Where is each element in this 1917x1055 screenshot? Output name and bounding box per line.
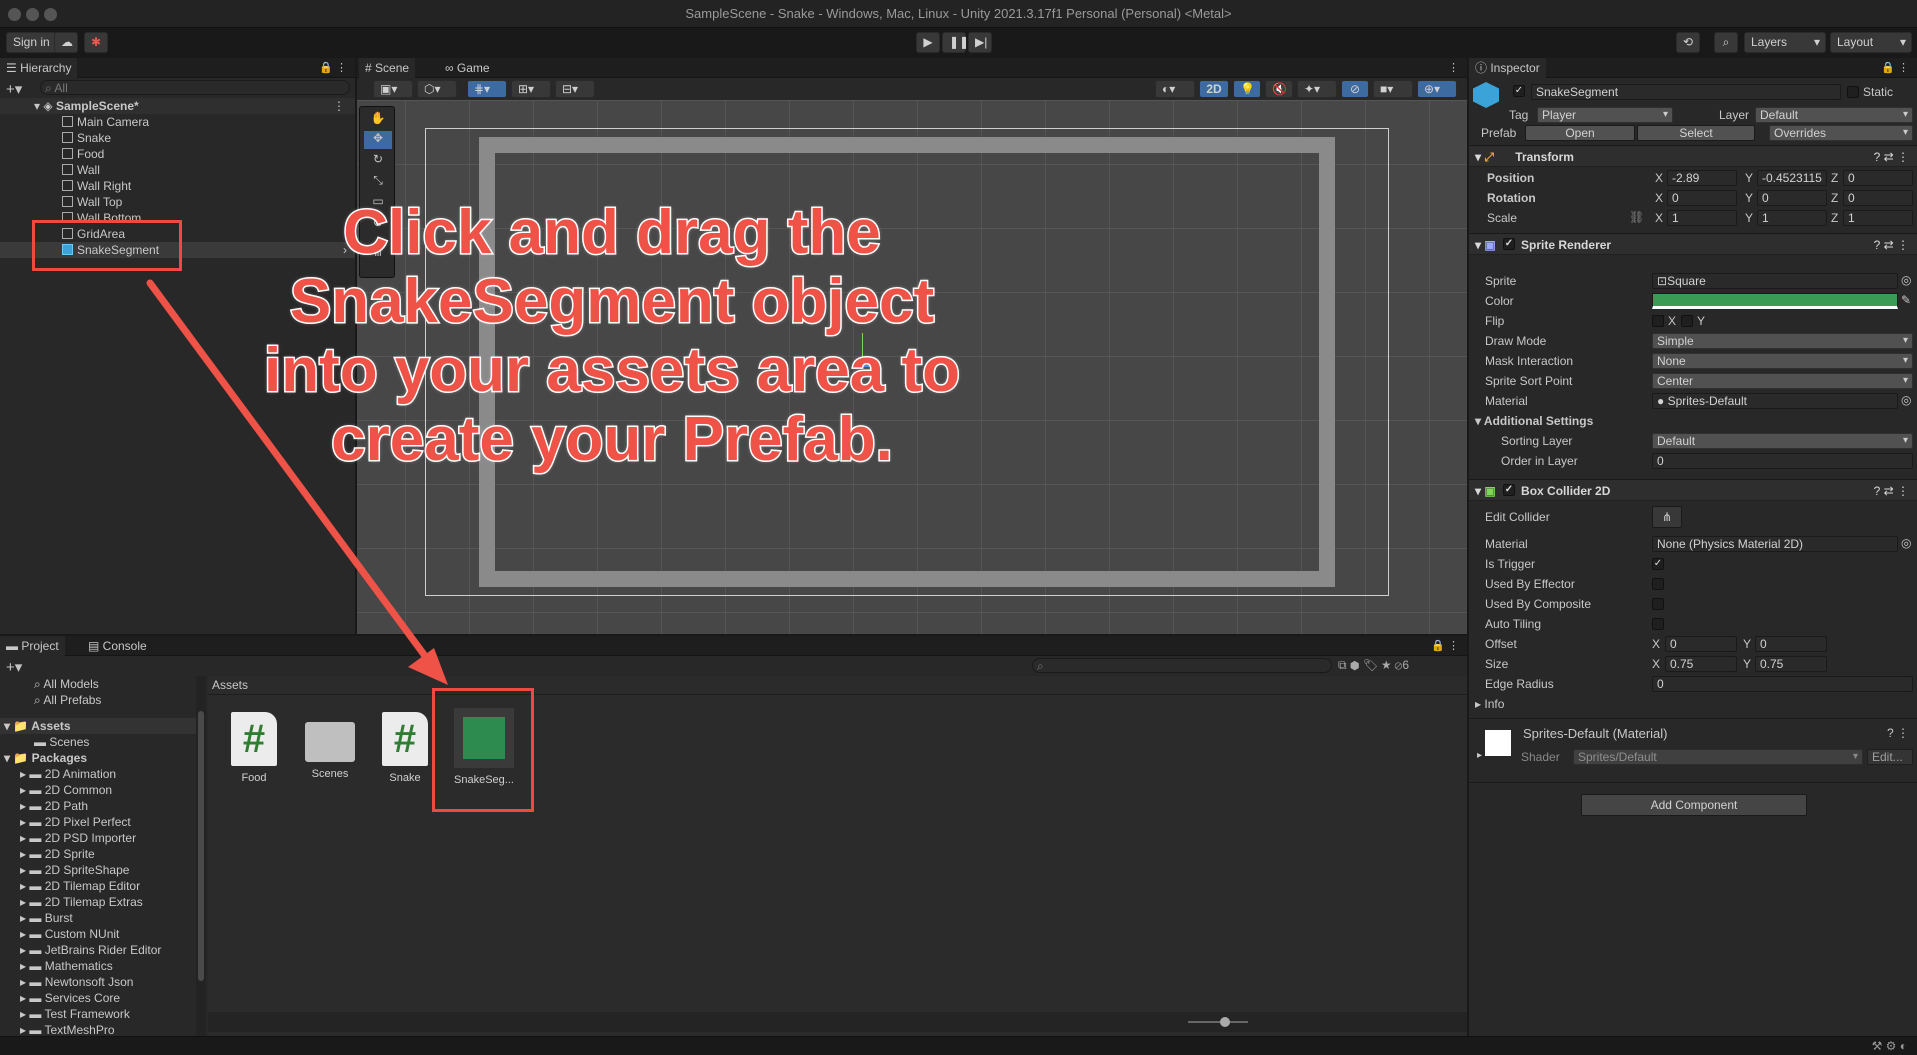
annotation-line: into your assets area to bbox=[262, 335, 961, 407]
annotation-text: Click and drag the SnakeSegment object i… bbox=[262, 197, 962, 476]
annotation-line: Click and drag the bbox=[342, 197, 882, 269]
annotation-arrow bbox=[146, 279, 448, 685]
annotation-line: create your Prefab. bbox=[330, 404, 895, 476]
annotation-line: SnakeSegment object bbox=[288, 266, 935, 338]
